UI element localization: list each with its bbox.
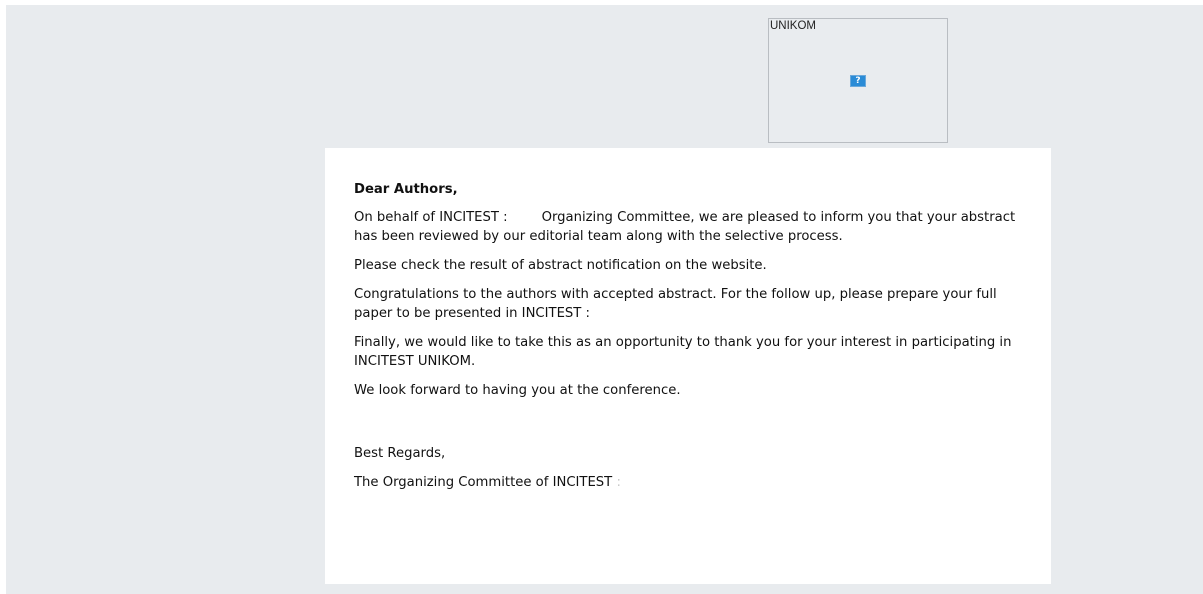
paragraph-intro-start: On behalf of INCITEST : bbox=[354, 210, 508, 225]
logo-alt-text: UNIKOM bbox=[770, 20, 816, 32]
paragraph-congratulations: Congratulations to the authors with acce… bbox=[354, 287, 997, 321]
signature-text: The Organizing Committee of INCITEST bbox=[354, 475, 613, 490]
logo-image-placeholder: UNIKOM ? bbox=[768, 18, 948, 143]
signature: The Organizing Committee of INCITEST : bbox=[354, 473, 1027, 492]
closing: Best Regards, bbox=[354, 446, 446, 461]
paragraph-thanks: Finally, we would like to take this as a… bbox=[354, 335, 1012, 369]
paragraph-look-forward: We look forward to having you at the con… bbox=[354, 383, 681, 398]
broken-image-icon: ? bbox=[850, 75, 866, 87]
greeting: Dear Authors, bbox=[354, 182, 458, 197]
signature-tail: : bbox=[616, 475, 621, 490]
paragraph-check-result: Please check the result of abstract noti… bbox=[354, 258, 767, 273]
paragraph-intro: On behalf of INCITEST : Organizing Commit… bbox=[354, 208, 1027, 246]
email-body: Dear Authors, On behalf of INCITEST : Org… bbox=[325, 148, 1051, 584]
